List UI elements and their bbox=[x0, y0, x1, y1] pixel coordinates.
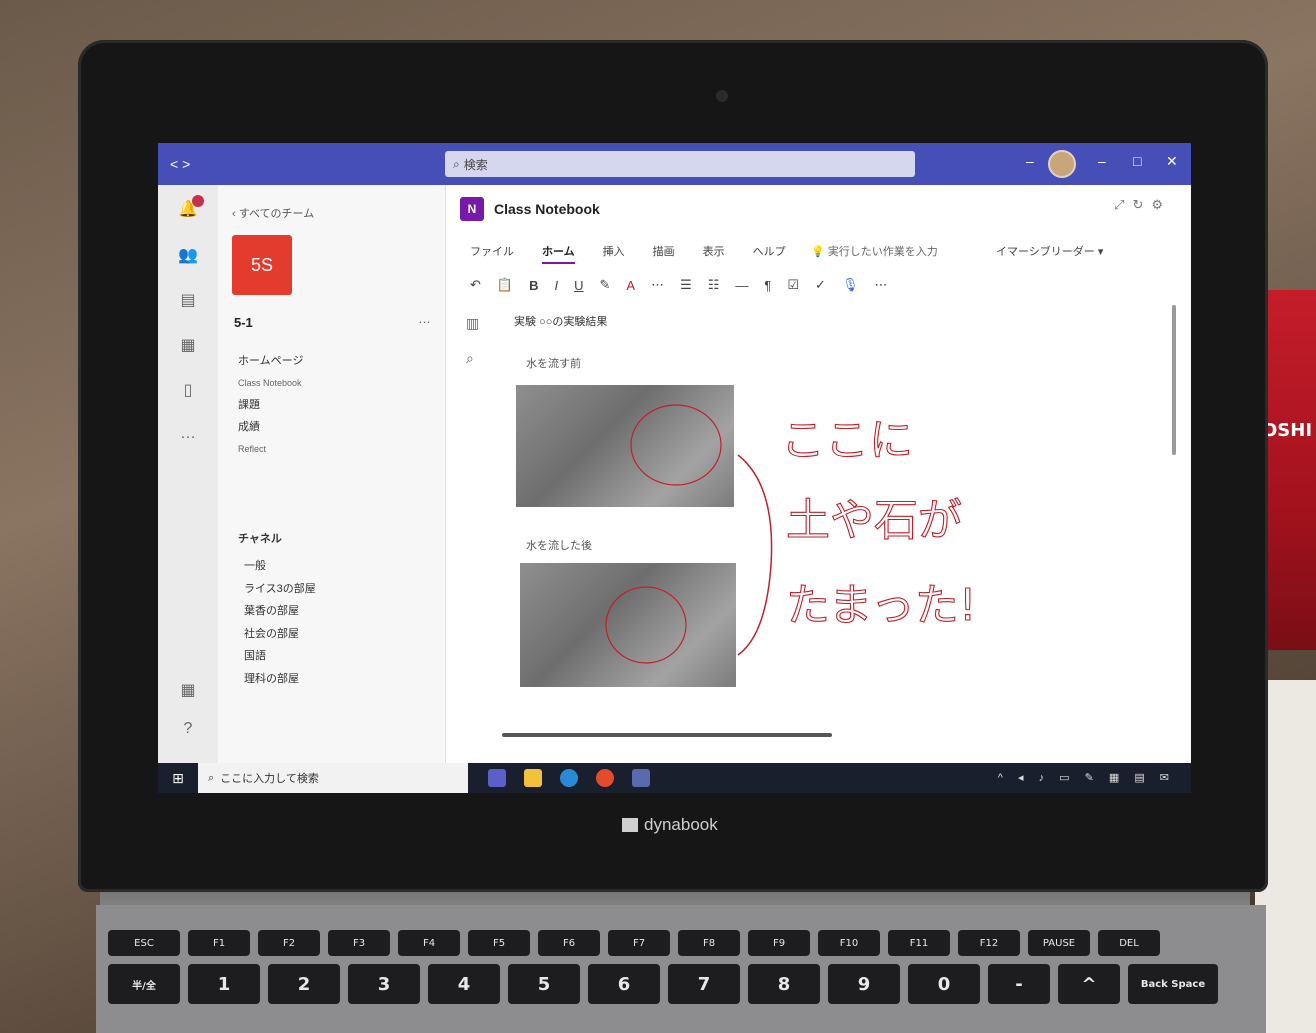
minimize-button[interactable]: – bbox=[1098, 153, 1106, 169]
key-3[interactable]: 3 bbox=[348, 964, 420, 1004]
backspace-key[interactable]: Back Space bbox=[1128, 964, 1218, 1004]
channel-item[interactable]: 一般 bbox=[244, 555, 316, 578]
start-icon[interactable]: ⊞ bbox=[158, 770, 198, 787]
taskbar-search-icon: ⌕ bbox=[208, 771, 215, 784]
search-placeholder: 検索 bbox=[463, 157, 488, 172]
laptop-brand: dynabook bbox=[622, 815, 718, 835]
back-link-label: すべてのチーム bbox=[238, 208, 315, 220]
explorer-taskbar-icon[interactable] bbox=[524, 769, 542, 787]
key-1[interactable]: 1 bbox=[188, 964, 260, 1004]
nav-item-class-notebook[interactable]: Class Notebook bbox=[238, 372, 303, 394]
nav-item-grades[interactable]: 成績 bbox=[238, 416, 303, 438]
channels-header: チャネル bbox=[238, 533, 282, 545]
channel-item[interactable]: 国語 bbox=[244, 645, 316, 668]
f7-key[interactable]: F7 bbox=[608, 930, 670, 956]
key-0[interactable]: 0 bbox=[908, 964, 980, 1004]
activity-badge bbox=[192, 195, 204, 207]
f8-key[interactable]: F8 bbox=[678, 930, 740, 956]
calendar-icon[interactable]: ▦ bbox=[178, 335, 198, 355]
close-button[interactable]: ✕ bbox=[1166, 153, 1178, 170]
pause-key[interactable]: PAUSE bbox=[1028, 930, 1090, 956]
apps-icon[interactable]: ▦ bbox=[178, 680, 198, 700]
hankaku-key[interactable]: 半/全 bbox=[108, 964, 180, 1004]
minus-key[interactable]: - bbox=[988, 964, 1050, 1004]
key-2[interactable]: 2 bbox=[268, 964, 340, 1004]
f10-key[interactable]: F10 bbox=[818, 930, 880, 956]
handwriting-line-3: たまった! bbox=[786, 580, 977, 631]
files-icon[interactable]: ▯ bbox=[178, 380, 198, 400]
back-to-all-teams-link[interactable]: ‹ すべてのチーム bbox=[232, 205, 314, 221]
ink-bracket bbox=[737, 454, 773, 656]
nav-arrows[interactable]: < > bbox=[170, 156, 210, 172]
handwriting-ink: ここに 土や石が たまった! bbox=[605, 404, 977, 664]
channel-item[interactable]: 理科の部屋 bbox=[244, 668, 316, 691]
channel-item[interactable]: 社会の部屋 bbox=[244, 623, 316, 646]
channel-item[interactable]: ライス3の部屋 bbox=[244, 578, 316, 601]
team-menu-icon[interactable]: … bbox=[418, 311, 431, 326]
system-tray[interactable]: ^ ◂ ♪ ▭ ✎ ▦ ▤ ✉ bbox=[998, 771, 1175, 784]
f1-key[interactable]: F1 bbox=[188, 930, 250, 956]
side-text: OSHI bbox=[1262, 420, 1313, 441]
key-9[interactable]: 9 bbox=[828, 964, 900, 1004]
assignments-icon[interactable]: ▤ bbox=[178, 290, 198, 310]
team-name: 5-1 bbox=[234, 315, 253, 330]
handwriting-line-2: 土や石が bbox=[786, 495, 962, 546]
search-icon: ⌕ bbox=[453, 156, 460, 171]
esc-key[interactable]: ESC bbox=[108, 930, 180, 956]
key-4[interactable]: 4 bbox=[428, 964, 500, 1004]
notebook-area: N Class Notebook ⤢↻⚙ ファイル ホーム 挿入 描画 表示 ヘ… bbox=[446, 185, 1191, 763]
brand-label: dynabook bbox=[644, 815, 718, 834]
keyboard: ESC F1 F2 F3 F4 F5 F6 F7 F8 F9 F10 F11 F… bbox=[108, 930, 1258, 1012]
app-rail: 🔔 👥 ▤ ▦ ▯ … ▦ ? bbox=[158, 185, 218, 763]
user-avatar[interactable] bbox=[1048, 150, 1076, 178]
app-taskbar-icon[interactable] bbox=[632, 769, 650, 787]
team-panel: ‹ すべてのチーム 5S 5-1 … ホームページ Class Notebook… bbox=[218, 185, 446, 763]
teams-taskbar-icon[interactable] bbox=[488, 769, 506, 787]
horizontal-scrollbar[interactable] bbox=[502, 733, 832, 737]
teams-titlebar: < > ⌕ 検索 – – □ ✕ bbox=[158, 143, 1191, 185]
f3-key[interactable]: F3 bbox=[328, 930, 390, 956]
nav-item-reflect[interactable]: Reflect bbox=[238, 438, 303, 460]
more-icon[interactable]: … bbox=[178, 425, 198, 445]
key-7[interactable]: 7 bbox=[668, 964, 740, 1004]
more-options-button[interactable]: – bbox=[1026, 153, 1034, 169]
del-key[interactable]: DEL bbox=[1098, 930, 1160, 956]
brand-logo-icon bbox=[622, 818, 638, 832]
taskbar-apps bbox=[488, 769, 650, 787]
taskbar-search-placeholder: ここに入力して検索 bbox=[220, 773, 319, 785]
ink-circle-2 bbox=[605, 586, 687, 664]
help-icon[interactable]: ? bbox=[178, 720, 198, 740]
screen: < > ⌕ 検索 – – □ ✕ 🔔 👥 ▤ ▦ ▯ … ▦ ? ‹ すべてのチ… bbox=[158, 143, 1191, 793]
team-nav-list: ホームページ Class Notebook 課題 成績 Reflect bbox=[238, 350, 303, 460]
teams-search-input[interactable]: ⌕ 検索 bbox=[445, 151, 915, 177]
chrome-taskbar-icon[interactable] bbox=[596, 769, 614, 787]
f12-key[interactable]: F12 bbox=[958, 930, 1020, 956]
f6-key[interactable]: F6 bbox=[538, 930, 600, 956]
team-tile: 5S bbox=[232, 235, 292, 295]
edge-taskbar-icon[interactable] bbox=[560, 769, 578, 787]
taskbar-search-input[interactable]: ⌕ ここに入力して検索 bbox=[198, 763, 468, 793]
channel-list: 一般 ライス3の部屋 葉香の部屋 社会の部屋 国語 理科の部屋 bbox=[244, 555, 316, 690]
f4-key[interactable]: F4 bbox=[398, 930, 460, 956]
handwriting-line-1: ここに bbox=[781, 415, 913, 466]
f9-key[interactable]: F9 bbox=[748, 930, 810, 956]
caret-key[interactable]: ^ bbox=[1058, 964, 1120, 1004]
key-6[interactable]: 6 bbox=[588, 964, 660, 1004]
f5-key[interactable]: F5 bbox=[468, 930, 530, 956]
nav-item-assignments[interactable]: 課題 bbox=[238, 394, 303, 416]
f2-key[interactable]: F2 bbox=[258, 930, 320, 956]
f11-key[interactable]: F11 bbox=[888, 930, 950, 956]
nav-item-home[interactable]: ホームページ bbox=[238, 350, 303, 372]
teams-icon[interactable]: 👥 bbox=[178, 245, 198, 265]
webcam bbox=[716, 90, 728, 102]
maximize-button[interactable]: □ bbox=[1133, 153, 1141, 169]
key-5[interactable]: 5 bbox=[508, 964, 580, 1004]
vertical-scrollbar[interactable] bbox=[1172, 305, 1176, 455]
windows-taskbar: ⊞ ⌕ ここに入力して検索 ^ ◂ ♪ ▭ ✎ ▦ ▤ ✉ bbox=[158, 763, 1191, 793]
key-8[interactable]: 8 bbox=[748, 964, 820, 1004]
ink-circle-1 bbox=[630, 404, 722, 486]
chevron-left-icon: ‹ bbox=[232, 208, 239, 220]
channel-item[interactable]: 葉香の部屋 bbox=[244, 600, 316, 623]
